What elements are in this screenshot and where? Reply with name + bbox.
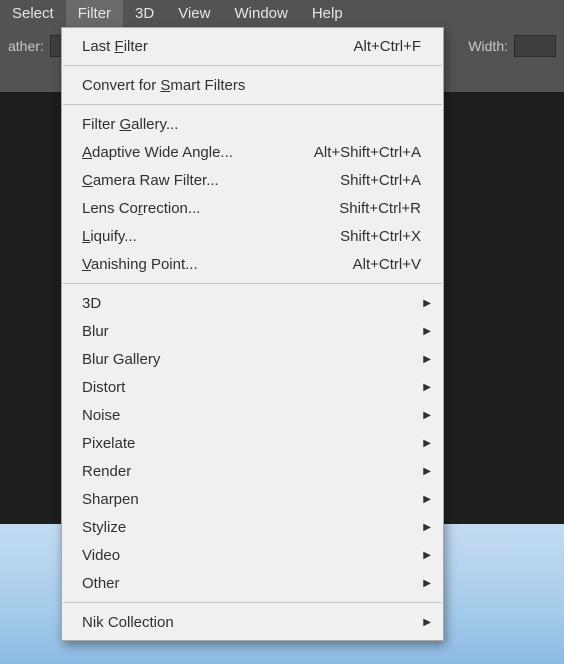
menu-help[interactable]: Help bbox=[300, 0, 355, 27]
submenu-arrow-icon: ▶ bbox=[423, 298, 431, 309]
menu-item-blur[interactable]: Blur ▶ bbox=[62, 317, 443, 345]
menu-item-shortcut: Shift+Ctrl+X bbox=[340, 228, 421, 245]
submenu-arrow-icon: ▶ bbox=[423, 438, 431, 449]
menu-filter[interactable]: Filter bbox=[66, 0, 123, 27]
menu-item-shortcut: Alt+Ctrl+F bbox=[353, 38, 421, 55]
menu-item-3d[interactable]: 3D ▶ bbox=[62, 289, 443, 317]
menu-item-label: Other bbox=[82, 575, 120, 592]
menu-item-distort[interactable]: Distort ▶ bbox=[62, 373, 443, 401]
menu-item-shortcut: Alt+Shift+Ctrl+A bbox=[314, 144, 421, 161]
menu-item-label: Adaptive Wide Angle... bbox=[82, 144, 233, 161]
menu-item-sharpen[interactable]: Sharpen ▶ bbox=[62, 485, 443, 513]
menu-item-label: Render bbox=[82, 463, 131, 480]
menu-item-pixelate[interactable]: Pixelate ▶ bbox=[62, 429, 443, 457]
menu-separator bbox=[63, 283, 442, 284]
menubar: Select Filter 3D View Window Help bbox=[0, 0, 564, 27]
menu-item-label: 3D bbox=[82, 295, 101, 312]
menu-separator bbox=[63, 602, 442, 603]
submenu-arrow-icon: ▶ bbox=[423, 550, 431, 561]
menu-item-last-filter[interactable]: Last Filter Alt+Ctrl+F bbox=[62, 32, 443, 60]
menu-item-label: Last Filter bbox=[82, 38, 148, 55]
menu-item-shortcut: Shift+Ctrl+A bbox=[340, 172, 421, 189]
menu-separator bbox=[63, 104, 442, 105]
menu-item-label: Distort bbox=[82, 379, 125, 396]
menu-item-liquify[interactable]: Liquify... Shift+Ctrl+X bbox=[62, 222, 443, 250]
menu-item-label: Blur bbox=[82, 323, 109, 340]
menu-item-label: Noise bbox=[82, 407, 120, 424]
menu-item-filter-gallery[interactable]: Filter Gallery... bbox=[62, 110, 443, 138]
menu-item-other[interactable]: Other ▶ bbox=[62, 569, 443, 597]
menu-item-convert-for-smart-filters[interactable]: Convert for Smart Filters bbox=[62, 71, 443, 99]
menu-item-label: Nik Collection bbox=[82, 614, 174, 631]
menu-item-label: Stylize bbox=[82, 519, 126, 536]
filter-menu-dropdown: Last Filter Alt+Ctrl+F Convert for Smart F… bbox=[61, 27, 444, 641]
menu-view[interactable]: View bbox=[166, 0, 222, 27]
menu-separator bbox=[63, 65, 442, 66]
menu-item-stylize[interactable]: Stylize ▶ bbox=[62, 513, 443, 541]
menu-item-render[interactable]: Render ▶ bbox=[62, 457, 443, 485]
menu-item-label: Convert for Smart Filters bbox=[82, 77, 245, 94]
menu-item-blur-gallery[interactable]: Blur Gallery ▶ bbox=[62, 345, 443, 373]
width-field[interactable] bbox=[514, 35, 556, 57]
menu-select[interactable]: Select bbox=[0, 0, 66, 27]
menu-item-label: Video bbox=[82, 547, 120, 564]
submenu-arrow-icon: ▶ bbox=[423, 617, 431, 628]
menu-item-label: Sharpen bbox=[82, 491, 139, 508]
submenu-arrow-icon: ▶ bbox=[423, 494, 431, 505]
menu-item-label: Filter Gallery... bbox=[82, 116, 178, 133]
submenu-arrow-icon: ▶ bbox=[423, 522, 431, 533]
width-label: Width: bbox=[468, 38, 508, 54]
menu-item-lens-correction[interactable]: Lens Correction... Shift+Ctrl+R bbox=[62, 194, 443, 222]
submenu-arrow-icon: ▶ bbox=[423, 354, 431, 365]
menu-item-noise[interactable]: Noise ▶ bbox=[62, 401, 443, 429]
feather-label: ather: bbox=[8, 38, 44, 54]
menu-item-camera-raw-filter[interactable]: Camera Raw Filter... Shift+Ctrl+A bbox=[62, 166, 443, 194]
menu-item-label: Camera Raw Filter... bbox=[82, 172, 219, 189]
submenu-arrow-icon: ▶ bbox=[423, 466, 431, 477]
menu-item-adaptive-wide-angle[interactable]: Adaptive Wide Angle... Alt+Shift+Ctrl+A bbox=[62, 138, 443, 166]
menu-item-video[interactable]: Video ▶ bbox=[62, 541, 443, 569]
submenu-arrow-icon: ▶ bbox=[423, 410, 431, 421]
menu-item-vanishing-point[interactable]: Vanishing Point... Alt+Ctrl+V bbox=[62, 250, 443, 278]
menu-item-shortcut: Alt+Ctrl+V bbox=[353, 256, 421, 273]
menu-3d[interactable]: 3D bbox=[123, 0, 166, 27]
submenu-arrow-icon: ▶ bbox=[423, 382, 431, 393]
submenu-arrow-icon: ▶ bbox=[423, 578, 431, 589]
menu-item-label: Pixelate bbox=[82, 435, 135, 452]
menu-item-label: Lens Correction... bbox=[82, 200, 200, 217]
menu-item-shortcut: Shift+Ctrl+R bbox=[339, 200, 421, 217]
menu-window[interactable]: Window bbox=[222, 0, 299, 27]
menu-item-label: Blur Gallery bbox=[82, 351, 160, 368]
menu-item-label: Liquify... bbox=[82, 228, 137, 245]
menu-item-label: Vanishing Point... bbox=[82, 256, 198, 273]
menu-item-nik-collection[interactable]: Nik Collection ▶ bbox=[62, 608, 443, 636]
submenu-arrow-icon: ▶ bbox=[423, 326, 431, 337]
